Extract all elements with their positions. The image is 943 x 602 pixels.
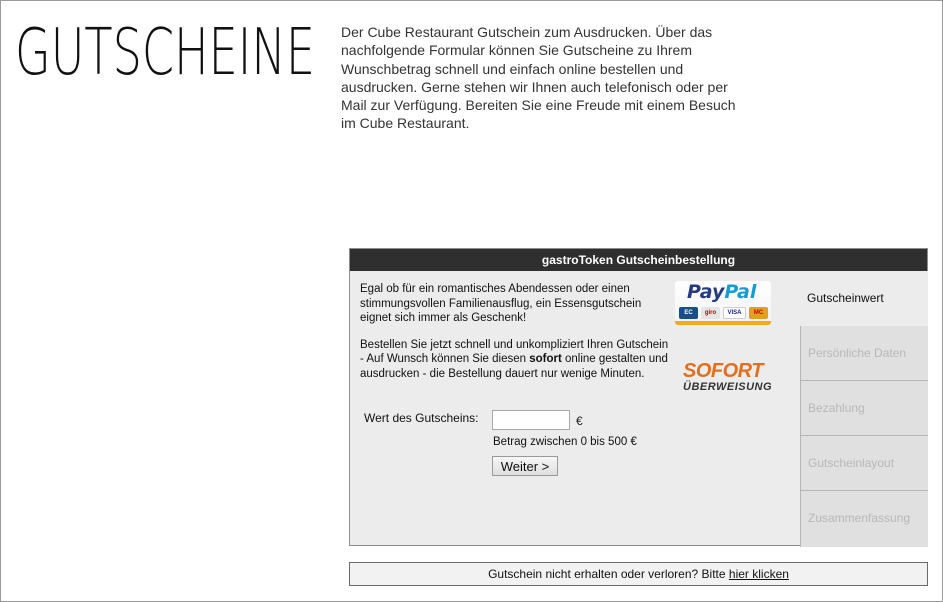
mastercard-icon: MC — [749, 307, 768, 319]
amount-hint: Betrag zwischen 0 bis 500 € — [493, 436, 637, 448]
description-paragraph-2: Bestellen Sie jetzt schnell und unkompli… — [360, 338, 670, 382]
widget-header: gastroToken Gutscheinbestellung — [350, 249, 927, 271]
amount-input[interactable] — [492, 410, 570, 430]
sofort-logo-bottom: ÜBERWEISUNG — [683, 381, 773, 393]
description-text-bold: sofort — [529, 353, 562, 365]
intro-text: Der Cube Restaurant Gutschein zum Ausdru… — [341, 24, 736, 132]
description-paragraph-1: Egal ob für ein romantisches Abendessen … — [360, 283, 642, 324]
step-persoenliche-daten[interactable]: Persönliche Daten — [800, 326, 928, 381]
giropay-card-icon: giro — [701, 307, 720, 319]
page-title: GUTSCHEINE — [15, 16, 315, 90]
step-zusammenfassung[interactable]: Zusammenfassung — [800, 491, 928, 547]
payment-logos: PayPal EC giro VISA MC SOFORT ÜBERWEISUN… — [675, 281, 775, 393]
help-footer-text: Gutschein nicht erhalten oder verloren? … — [488, 567, 729, 581]
paypal-wordmark: PayPal — [687, 281, 756, 303]
paypal-stripe — [675, 321, 771, 325]
paypal-logo: PayPal EC giro VISA MC — [675, 281, 771, 325]
next-button[interactable]: Weiter > — [492, 456, 558, 476]
amount-label: Wert des Gutscheins: — [364, 411, 479, 425]
step-bezahlung[interactable]: Bezahlung — [800, 381, 928, 436]
card-icons: EC giro VISA MC — [679, 307, 768, 319]
paypal-word-a: Pay — [687, 281, 725, 303]
step-navigation: Gutscheinwert Persönliche Daten Bezahlun… — [800, 271, 928, 547]
currency-symbol: € — [576, 414, 583, 428]
help-footer: Gutschein nicht erhalten oder verloren? … — [349, 562, 928, 586]
visa-card-icon: VISA — [723, 307, 746, 319]
voucher-widget: gastroToken Gutscheinbestellung Egal ob … — [349, 248, 928, 547]
step-gutscheinwert[interactable]: Gutscheinwert — [800, 271, 928, 326]
step-gutscheinlayout[interactable]: Gutscheinlayout — [800, 436, 928, 491]
widget-description: Egal ob für ein romantisches Abendessen … — [360, 282, 670, 393]
sofort-logo: SOFORT ÜBERWEISUNG — [683, 361, 775, 393]
help-link[interactable]: hier klicken — [729, 567, 789, 581]
sofort-logo-top: SOFORT — [683, 360, 763, 382]
ec-card-icon: EC — [679, 307, 698, 319]
paypal-word-b: Pal — [724, 281, 757, 303]
